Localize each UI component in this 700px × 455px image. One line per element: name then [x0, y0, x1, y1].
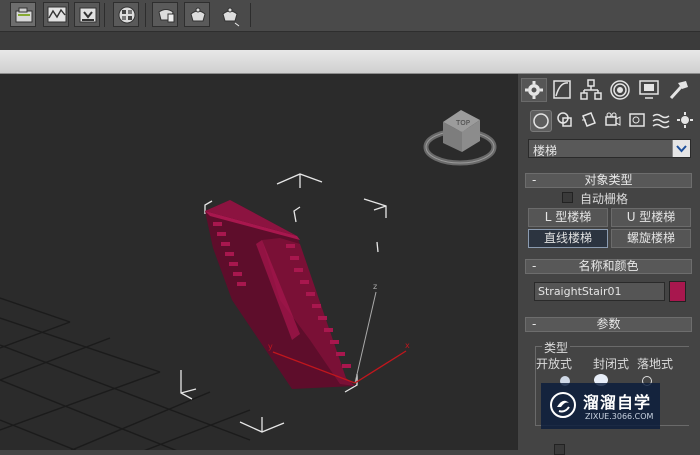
collapse-icon: -	[532, 173, 537, 187]
helpers-icon[interactable]	[627, 110, 649, 132]
object-type-rollout-header[interactable]: - 对象类型	[525, 173, 692, 188]
watermark-subtitle: ZIXUE.3066.COM	[585, 412, 654, 421]
perspective-viewport[interactable]: TOP z x y	[0, 74, 517, 450]
shapes-icon[interactable]	[555, 110, 577, 132]
utilities-icon[interactable]	[666, 78, 692, 102]
collapse-icon: -	[532, 259, 537, 273]
spacewarps-icon[interactable]	[651, 110, 673, 132]
name-color-rollout-header[interactable]: - 名称和颜色	[525, 259, 692, 274]
parameters-rollout-header[interactable]: - 参数	[525, 317, 692, 332]
lights-icon[interactable]	[579, 110, 601, 132]
gizmo-axis-x: x	[405, 341, 410, 350]
open-type-label: 开放式	[536, 357, 573, 371]
render-setup-icon[interactable]	[74, 2, 100, 27]
object-name-field[interactable]: StraightStair01	[534, 282, 665, 301]
autogrid-checkbox[interactable]	[562, 192, 573, 203]
straight-stair-button[interactable]: 直线楼梯	[528, 229, 608, 248]
curve-editor-icon[interactable]	[43, 2, 69, 27]
motion-icon[interactable]	[608, 78, 634, 102]
collapse-icon: -	[532, 317, 537, 331]
watermark-badge: 溜溜自学 ZIXUE.3066.COM	[541, 383, 660, 429]
u-stair-button[interactable]: U 型楼梯	[611, 208, 691, 227]
watermark-logo-icon	[550, 392, 576, 418]
toolbar-divider	[145, 3, 146, 27]
main-toolbar	[0, 0, 700, 32]
viewport-label-bar	[0, 50, 700, 74]
category-dropdown-value: 楼梯	[533, 144, 558, 158]
object-type-title: 对象类型	[584, 173, 633, 187]
name-color-title: 名称和颜色	[578, 259, 639, 273]
viewport-grid	[0, 297, 251, 450]
closed-type-label: 封闭式	[593, 357, 630, 371]
systems-icon[interactable]	[675, 110, 697, 132]
modify-icon[interactable]	[550, 78, 576, 102]
object-color-swatch[interactable]	[669, 281, 686, 302]
render-frame-icon[interactable]	[152, 2, 178, 27]
create-icon[interactable]	[521, 78, 547, 102]
cameras-icon[interactable]	[603, 110, 625, 132]
create-category-row	[518, 108, 700, 136]
type-group-label: 类型	[542, 339, 571, 356]
gizmo-axis-z: z	[373, 282, 377, 291]
toolbar-divider	[104, 3, 105, 27]
svg-text:TOP: TOP	[455, 119, 470, 127]
straight-stair-model	[205, 200, 355, 389]
render-icon[interactable]	[184, 2, 210, 27]
geometry-icon[interactable]	[530, 110, 552, 132]
autogrid-label: 自动栅格	[580, 192, 629, 206]
material-editor-icon[interactable]	[113, 2, 139, 27]
command-panel-tabs	[518, 76, 700, 104]
category-dropdown[interactable]: 楼梯	[528, 139, 691, 158]
open-file-icon[interactable]	[10, 2, 36, 27]
ribbon-strip	[0, 32, 700, 50]
gizmo-axis-y: y	[268, 342, 273, 351]
parameters-title: 参数	[596, 317, 621, 331]
display-icon[interactable]	[637, 78, 663, 102]
watermark-title: 溜溜自学	[583, 393, 652, 412]
chevron-down-icon[interactable]	[672, 140, 690, 157]
l-stair-button[interactable]: L 型楼梯	[528, 208, 608, 227]
spiral-stair-button[interactable]: 螺旋楼梯	[611, 229, 691, 248]
hierarchy-icon[interactable]	[579, 78, 605, 102]
teapot-render-icon[interactable]	[216, 2, 242, 27]
box-type-label: 落地式	[637, 357, 674, 371]
viewcube-icon: TOP	[423, 110, 497, 166]
toolbar-divider	[250, 3, 251, 27]
